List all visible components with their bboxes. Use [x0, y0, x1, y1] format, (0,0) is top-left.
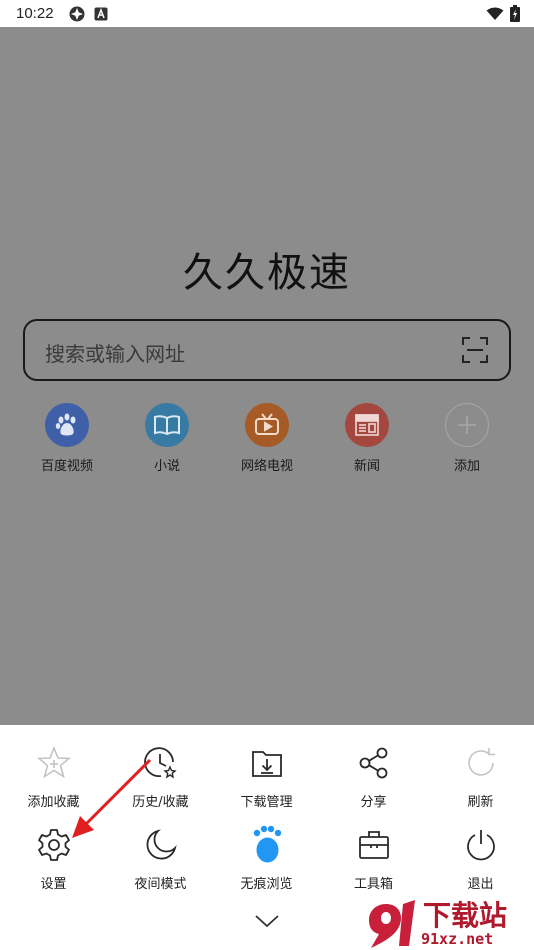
collapse-menu-chevron-icon[interactable]: [253, 913, 281, 933]
toolbox-icon: [320, 825, 427, 865]
shortcut-label: 百度视频: [40, 459, 93, 474]
menu-share[interactable]: 分享: [320, 743, 427, 810]
tv-icon: [245, 403, 289, 447]
shortcut-baidu-video[interactable]: 百度视频: [17, 403, 117, 474]
search-input[interactable]: 搜索或输入网址: [23, 319, 511, 381]
shortcut-network-tv[interactable]: 网络电视: [217, 403, 317, 474]
shortcut-label: 新闻: [353, 459, 380, 474]
baidu-paw-icon: [45, 403, 89, 447]
status-time: 10:22: [16, 5, 54, 22]
battery-icon: [510, 5, 520, 26]
menu-incognito[interactable]: 无痕浏览: [213, 825, 320, 892]
download-folder-icon: [213, 743, 320, 783]
menu-label: 下载管理: [240, 795, 293, 810]
menu-label: 历史/收藏: [132, 795, 189, 810]
menu-add-bookmark[interactable]: 添加收藏: [0, 743, 107, 810]
watermark-url: 91xz.net: [421, 930, 494, 948]
shortcut-novel[interactable]: 小说: [117, 403, 217, 474]
shortcut-label: 添加: [453, 459, 480, 474]
refresh-icon: [427, 743, 534, 783]
shortcut-label: 网络电视: [240, 459, 293, 474]
menu-night-mode[interactable]: 夜间模式: [107, 825, 214, 892]
shortcut-add[interactable]: 添加: [417, 403, 517, 474]
watermark-91-icon: [369, 900, 415, 948]
dimmed-home-page[interactable]: 久久极速 搜索或输入网址 百度视频 小说 网络电视 新闻 添加: [0, 27, 534, 725]
star-add-icon: [0, 743, 107, 783]
incognito-paw-icon: [213, 825, 320, 865]
menu-label: 设置: [40, 877, 67, 892]
wifi-icon: [486, 7, 504, 25]
menu-toolbox[interactable]: 工具箱: [320, 825, 427, 892]
plus-icon: [445, 403, 489, 447]
history-icon: [107, 743, 214, 783]
menu-refresh[interactable]: 刷新: [427, 743, 534, 810]
watermark-logo: 下载站 91xz.net: [359, 890, 534, 950]
home-title: 久久极速: [183, 250, 351, 296]
menu-label: 分享: [360, 795, 387, 810]
scan-icon[interactable]: [461, 336, 489, 368]
moon-icon: [107, 825, 214, 865]
news-icon: [345, 403, 389, 447]
shortcut-label: 小说: [153, 459, 180, 474]
sync-icon: [68, 5, 86, 23]
gear-icon: [0, 825, 107, 865]
menu-settings[interactable]: 设置: [0, 825, 107, 892]
menu-label: 添加收藏: [27, 795, 80, 810]
menu-label: 刷新: [467, 795, 494, 810]
watermark-logo-text: 下载站: [423, 899, 508, 932]
menu-label: 夜间模式: [134, 877, 187, 892]
search-placeholder: 搜索或输入网址: [45, 342, 185, 366]
shortcut-news[interactable]: 新闻: [317, 403, 417, 474]
shortcut-grid: 百度视频 小说 网络电视 新闻 添加: [0, 403, 534, 483]
app-notification-icon: [94, 7, 108, 21]
share-icon: [320, 743, 427, 783]
status-bar: 10:22: [0, 0, 534, 27]
menu-exit[interactable]: 退出: [427, 825, 534, 892]
menu-label: 无痕浏览: [240, 877, 293, 892]
menu-history-bookmarks[interactable]: 历史/收藏: [107, 743, 214, 810]
power-icon: [427, 825, 534, 865]
book-icon: [145, 403, 189, 447]
menu-download-manager[interactable]: 下载管理: [213, 743, 320, 810]
